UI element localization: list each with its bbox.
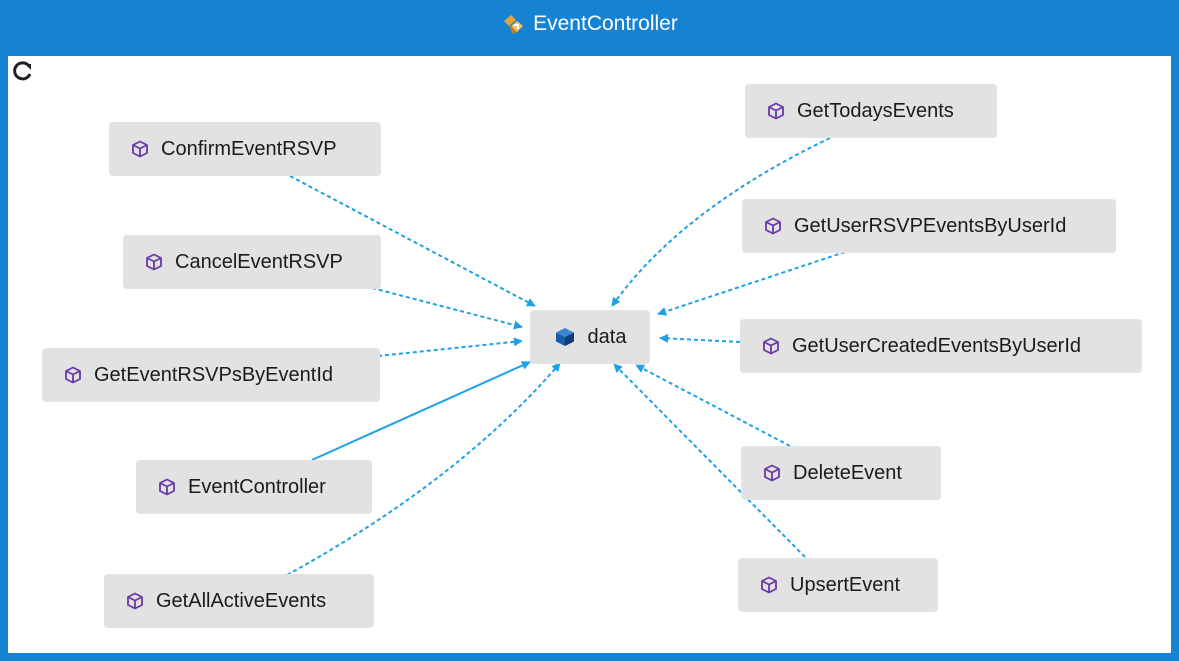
node-label: CancelEventRSVP — [175, 250, 343, 273]
node-label: GetEventRSVPsByEventId — [94, 363, 334, 386]
node-get-todays-events[interactable]: GetTodaysEvents — [745, 84, 997, 138]
refresh-icon[interactable] — [12, 60, 34, 82]
method-cube-icon — [765, 217, 781, 235]
node-label: GetAllActiveEvents — [156, 589, 327, 612]
field-cube-icon — [555, 328, 574, 346]
node-label: DeleteEvent — [793, 461, 902, 484]
node-label: GetUserCreatedEventsByUserId — [792, 334, 1082, 357]
node-label: UpsertEvent — [790, 573, 901, 596]
method-cube-icon — [764, 464, 780, 482]
node-label: GetUserRSVPEventsByUserId — [794, 214, 1067, 237]
window-title: EventController — [533, 12, 678, 35]
method-cube-icon — [132, 140, 148, 158]
node-event-controller[interactable]: EventController — [136, 460, 372, 514]
node-get-user-rsvp-events-by-user-id[interactable]: GetUserRSVPEventsByUserId — [742, 199, 1116, 253]
node-cancel-event-rsvp[interactable]: CancelEventRSVP — [123, 235, 381, 289]
node-label: GetTodaysEvents — [797, 99, 954, 122]
node-confirm-event-rsvp[interactable]: ConfirmEventRSVP — [109, 122, 381, 176]
node-get-user-created-events-by-user-id[interactable]: GetUserCreatedEventsByUserId — [740, 319, 1142, 373]
node-label: EventController — [188, 475, 326, 498]
method-cube-icon — [768, 102, 784, 120]
method-cube-icon — [65, 366, 81, 384]
method-cube-icon — [763, 337, 779, 355]
method-cube-icon — [159, 478, 175, 496]
method-cube-icon — [127, 592, 143, 610]
method-cube-icon — [146, 253, 162, 271]
node-get-event-rsvps-by-event-id[interactable]: GetEventRSVPsByEventId — [42, 348, 380, 402]
node-delete-event[interactable]: DeleteEvent — [741, 446, 941, 500]
node-get-all-active-events[interactable]: GetAllActiveEvents — [104, 574, 374, 628]
node-label: ConfirmEventRSVP — [161, 137, 337, 160]
method-cube-icon — [761, 576, 777, 594]
node-upsert-event[interactable]: UpsertEvent — [738, 558, 938, 612]
node-label: data — [587, 325, 627, 348]
data-field-node[interactable]: data — [530, 310, 650, 364]
class-diagram-icon — [504, 15, 524, 34]
title-bar: EventController — [0, 0, 1179, 48]
